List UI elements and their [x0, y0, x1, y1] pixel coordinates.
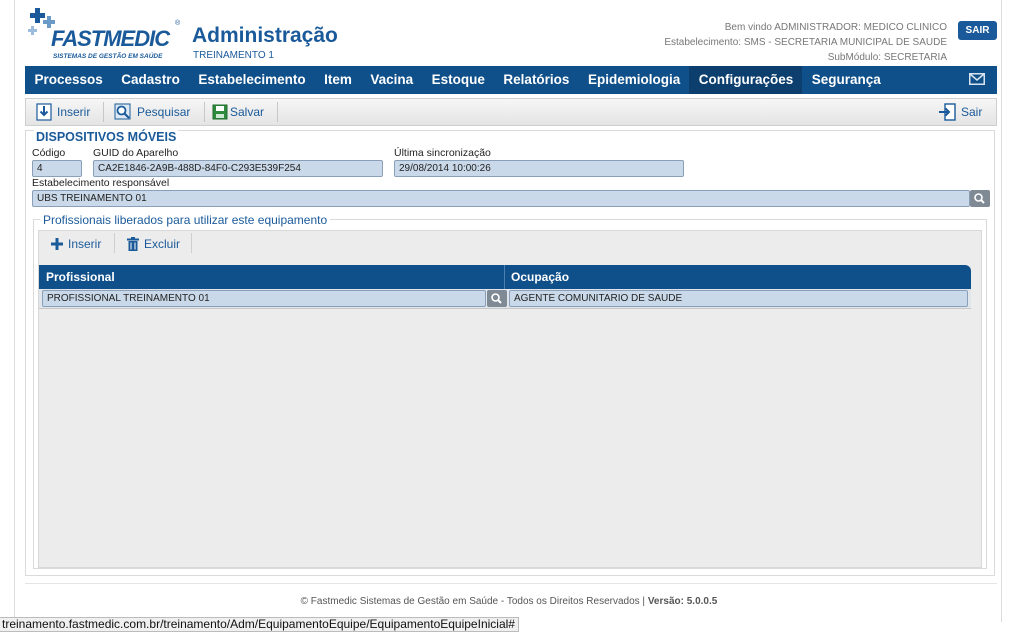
insert-label: Inserir	[57, 105, 91, 119]
footer-divider	[25, 583, 997, 584]
header: FASTMEDIC ® SISTEMAS DE GESTÃO EM SAÚDE …	[15, 0, 1003, 66]
magnifier-icon	[974, 193, 985, 204]
main-nav: Processos Cadastro Estabelecimento Item …	[25, 66, 997, 94]
exit-button[interactable]: Sair	[938, 99, 982, 125]
establishment-lookup-button[interactable]	[970, 190, 990, 207]
toolbar-divider	[204, 102, 205, 122]
save-label: Salvar	[230, 105, 265, 119]
guid-field[interactable]: CA2E1846-2A9B-488D-84F0-C293E539F254	[93, 160, 383, 177]
establishment-field[interactable]: UBS TREINAMENTO 01	[32, 190, 970, 207]
professional-delete-button[interactable]: Excluir	[127, 233, 180, 255]
sync-field[interactable]: 29/08/2014 10:00:26	[394, 160, 684, 177]
page-title: Administração	[192, 24, 338, 47]
professionals-panel: Profissionais liberados para utilizar es…	[33, 213, 987, 569]
professional-delete-label: Excluir	[144, 237, 181, 251]
nav-item-seguranca[interactable]: Segurança	[802, 66, 890, 94]
column-header-occupation[interactable]: Ocupação	[504, 265, 569, 289]
grid-toolbar-divider	[191, 233, 192, 253]
welcome-text: Bem vindo ADMINISTRADOR: MEDICO CLINICO	[724, 22, 947, 33]
code-field[interactable]: 4	[32, 160, 82, 177]
magnifier-icon	[491, 293, 502, 304]
trash-icon	[127, 237, 139, 251]
footer: © Fastmedic Sistemas de Gestão em Saúde …	[15, 596, 1003, 607]
plus-icon	[51, 238, 63, 250]
table-row[interactable]: PROFISSIONAL TREINAMENTO 01 AGENTE COMUN…	[39, 289, 971, 309]
code-label: Código	[32, 147, 66, 159]
devices-form: DISPOSITIVOS MÓVEIS Código 4 GUID do Apa…	[25, 130, 995, 576]
nav-item-estoque[interactable]: Estoque	[422, 66, 494, 94]
nav-item-estabelecimento[interactable]: Estabelecimento	[189, 66, 315, 94]
exit-icon	[939, 103, 956, 121]
footer-copyright: © Fastmedic Sistemas de Gestão em Saúde …	[300, 596, 646, 607]
nav-item-cadastro[interactable]: Cadastro	[112, 66, 189, 94]
search-button[interactable]: Pesquisar	[114, 99, 190, 125]
toolbar-divider	[277, 102, 278, 122]
status-bar-url: treinamento.fastmedic.com.br/treinamento…	[0, 617, 519, 632]
save-button[interactable]: Salvar	[212, 99, 264, 125]
professionals-grid-area: Inserir Excluir Profissional Ocupação PR…	[38, 230, 982, 568]
professional-field[interactable]: PROFISSIONAL TREINAMENTO 01	[42, 290, 486, 307]
submodule-text: SubMódulo: SECRETARIA	[827, 52, 947, 63]
establishment-text: Estabelecimento: SMS - SECRETARIA MUNICI…	[664, 37, 947, 48]
footer-version-label: Versão:	[647, 596, 684, 607]
insert-button[interactable]: Inserir	[36, 99, 90, 125]
grid-toolbar-divider	[114, 233, 115, 253]
logout-button[interactable]: SAIR	[958, 21, 997, 40]
insert-icon	[36, 103, 52, 121]
exit-label: Sair	[961, 105, 983, 119]
professional-insert-label: Inserir	[68, 237, 102, 251]
nav-item-vacina[interactable]: Vacina	[361, 66, 422, 94]
nav-item-relatorios[interactable]: Relatórios	[494, 66, 579, 94]
toolbar: Inserir Pesquisar Salvar Sair	[25, 98, 997, 126]
nav-item-epidemiologia[interactable]: Epidemiologia	[578, 66, 689, 94]
professional-insert-button[interactable]: Inserir	[51, 233, 101, 255]
sync-label: Última sincronização	[394, 147, 491, 159]
nav-item-item[interactable]: Item	[315, 66, 361, 94]
grid-header: Profissional Ocupação	[39, 265, 971, 289]
logo-brand: FASTMEDIC	[51, 26, 170, 51]
nav-item-processos[interactable]: Processos	[25, 66, 112, 94]
guid-label: GUID do Aparelho	[93, 147, 179, 159]
column-header-professional[interactable]: Profissional	[39, 265, 115, 289]
save-icon	[212, 104, 228, 120]
occupation-field[interactable]: AGENTE COMUNITARIO DE SAUDE	[509, 290, 968, 307]
search-label: Pesquisar	[137, 105, 191, 119]
page-subtitle: TREINAMENTO 1	[193, 50, 274, 61]
app-window: FASTMEDIC ® SISTEMAS DE GESTÃO EM SAÚDE …	[14, 0, 1002, 622]
professionals-title: Profissionais liberados para utilizar es…	[40, 213, 331, 227]
logo-subtitle: SISTEMAS DE GESTÃO EM SAÚDE	[53, 53, 163, 60]
footer-version: 5.0.0.5	[686, 596, 718, 607]
nav-item-configuracoes[interactable]: Configurações	[689, 66, 803, 94]
logo-registered: ®	[175, 20, 181, 27]
establishment-label: Estabelecimento responsável	[32, 177, 170, 189]
search-icon	[114, 103, 131, 120]
user-info: Bem vindo ADMINISTRADOR: MEDICO CLINICO …	[664, 20, 947, 65]
form-title: DISPOSITIVOS MÓVEIS	[34, 130, 179, 144]
professional-lookup-button[interactable]	[487, 290, 507, 307]
toolbar-divider	[103, 102, 104, 122]
mail-icon[interactable]	[969, 73, 985, 85]
fastmedic-logo: FASTMEDIC ® SISTEMAS DE GESTÃO EM SAÚDE	[25, 4, 180, 62]
